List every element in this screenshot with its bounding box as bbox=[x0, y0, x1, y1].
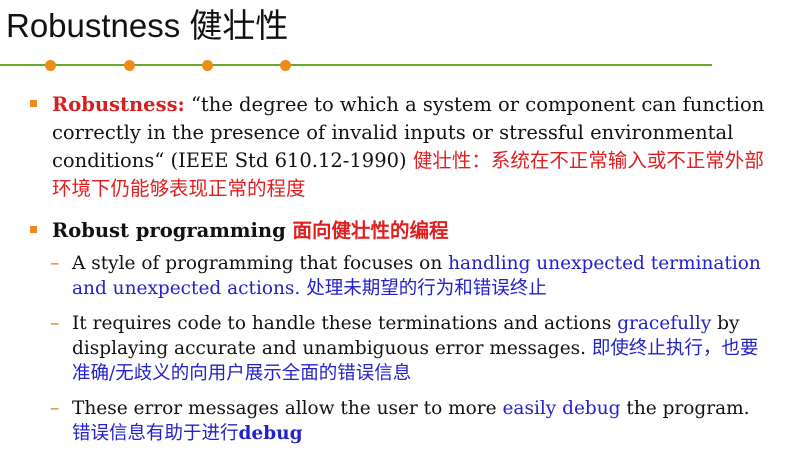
title-divider-line bbox=[0, 64, 712, 66]
robust-programming-heading: Robust programming bbox=[52, 219, 293, 242]
sub-bullet-cn-bold: debug bbox=[238, 423, 303, 444]
square-bullet-icon bbox=[30, 100, 37, 107]
robust-programming-bullet: Robust programming 面向健壮性的编程 bbox=[30, 217, 770, 245]
sub-bullet-text-after: the program. bbox=[620, 398, 750, 419]
dash-bullet: – bbox=[50, 253, 60, 274]
sub-bullet-text: These error messages allow the user to m… bbox=[72, 398, 503, 419]
sub-bullet: – A style of programming that focuses on… bbox=[30, 251, 770, 301]
dash-bullet: – bbox=[50, 398, 60, 419]
divider-dot bbox=[280, 60, 291, 71]
sub-bullet-text: It requires code to handle these termina… bbox=[72, 313, 618, 334]
divider-dot bbox=[124, 60, 135, 71]
dash-bullet: – bbox=[50, 313, 60, 334]
sub-bullet-highlight: gracefully bbox=[617, 313, 712, 334]
divider-dot bbox=[45, 60, 56, 71]
sub-bullet-cn: 处理未期望的行为和错误终止 bbox=[300, 278, 547, 299]
sub-bullet-text: A style of programming that focuses on bbox=[72, 253, 449, 274]
definition-term: Robustness: bbox=[52, 93, 185, 116]
sub-bullet-highlight: easily debug bbox=[502, 398, 621, 419]
square-bullet-icon bbox=[30, 226, 37, 233]
slide-body: Robustness: “the degree to which a syste… bbox=[30, 91, 770, 456]
divider-dot bbox=[202, 60, 213, 71]
slide-title: Robustness 健壮性 bbox=[6, 7, 289, 44]
definition-bullet: Robustness: “the degree to which a syste… bbox=[30, 91, 770, 203]
sub-bullet: – It requires code to handle these termi… bbox=[30, 311, 770, 386]
sub-bullet-cn: 错误信息有助于进行 bbox=[72, 423, 239, 444]
sub-bullet: – These error messages allow the user to… bbox=[30, 396, 770, 446]
robust-programming-heading-cn: 面向健壮性的编程 bbox=[292, 219, 449, 242]
